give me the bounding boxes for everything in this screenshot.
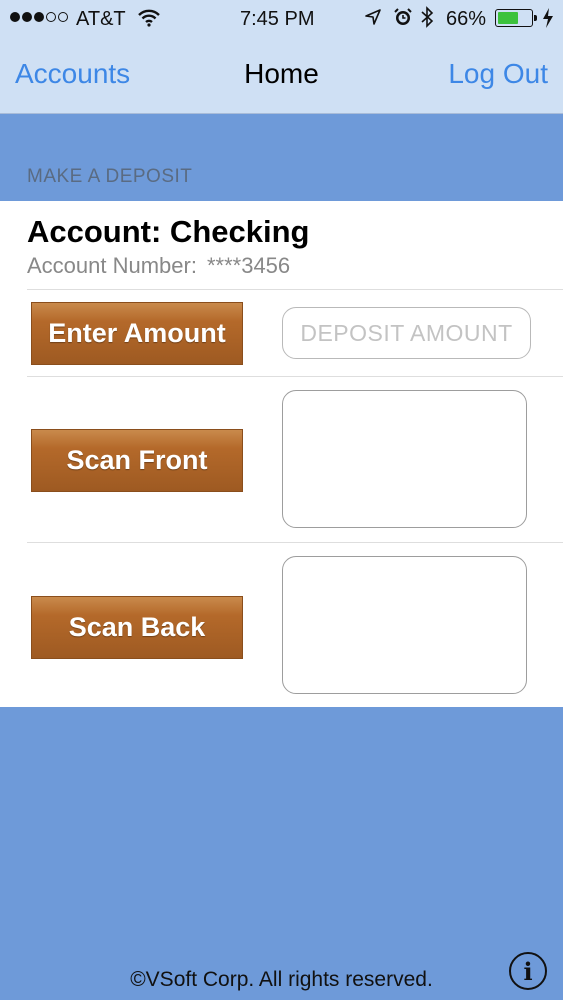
section-header: MAKE A DEPOSIT bbox=[27, 166, 193, 187]
log-out-button[interactable]: Log Out bbox=[448, 58, 548, 90]
location-arrow-icon bbox=[364, 8, 382, 32]
status-time: 7:45 PM bbox=[240, 8, 315, 30]
account-number-label: Account Number: bbox=[27, 253, 197, 278]
info-icon[interactable]: i bbox=[509, 952, 547, 990]
signal-strength-icon bbox=[10, 12, 68, 22]
status-bar: AT&T 7:45 PM 66% bbox=[0, 0, 563, 40]
navigation-bar: Home Accounts Log Out bbox=[0, 40, 563, 114]
account-number: Account Number: ****3456 bbox=[27, 253, 290, 279]
alarm-icon bbox=[393, 7, 413, 33]
scan-back-button[interactable]: Scan Back bbox=[31, 596, 243, 659]
battery-percent: 66% bbox=[446, 8, 487, 30]
deposit-amount-input[interactable]: DEPOSIT AMOUNT bbox=[282, 307, 531, 359]
enter-amount-button[interactable]: Enter Amount bbox=[31, 302, 243, 365]
divider bbox=[27, 542, 563, 543]
wifi-icon bbox=[138, 9, 160, 33]
account-number-value: ****3456 bbox=[206, 253, 291, 278]
back-check-image[interactable] bbox=[282, 556, 527, 694]
divider bbox=[27, 289, 563, 290]
bluetooth-icon bbox=[420, 6, 434, 34]
deposit-panel: Account: Checking Account Number: ****345… bbox=[0, 201, 563, 707]
scan-front-button[interactable]: Scan Front bbox=[31, 429, 243, 492]
charging-icon bbox=[542, 7, 554, 35]
copyright-text: ©VSoft Corp. All rights reserved. bbox=[130, 968, 433, 991]
accounts-button[interactable]: Accounts bbox=[15, 58, 130, 90]
battery-icon bbox=[495, 9, 537, 27]
carrier-label: AT&T bbox=[76, 8, 126, 30]
account-title: Account: Checking bbox=[27, 214, 310, 249]
front-check-image[interactable] bbox=[282, 390, 527, 528]
divider bbox=[27, 376, 563, 377]
